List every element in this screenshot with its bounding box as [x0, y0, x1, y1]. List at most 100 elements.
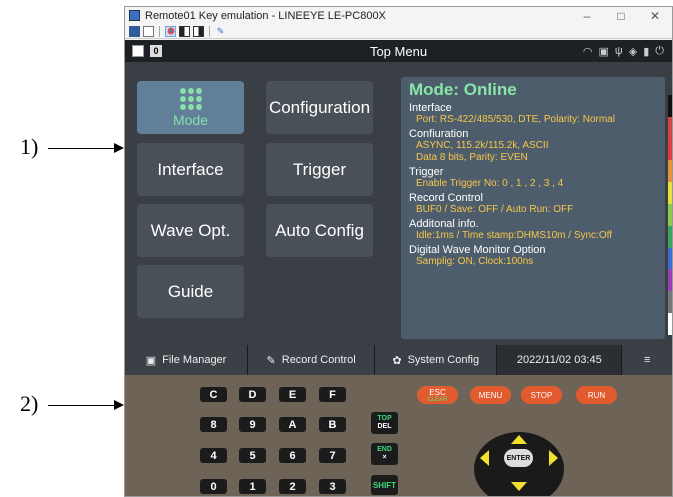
key-f[interactable]: F	[319, 387, 346, 402]
maximize-button[interactable]: □	[604, 9, 638, 23]
toolbar: ✎	[125, 24, 672, 39]
clear-label: CLEAR	[427, 396, 448, 403]
app-icon	[129, 10, 140, 21]
section-value: Data 8 bits, Parity: EVEN	[416, 152, 528, 163]
key-shift[interactable]: SHIFT	[371, 475, 398, 495]
buffer-badge: 0	[150, 45, 162, 57]
callout-2: 2)	[20, 391, 39, 416]
tag-icon: ◈	[628, 45, 638, 58]
remote-icon[interactable]	[165, 25, 176, 37]
mode-button[interactable]: Mode	[137, 81, 244, 134]
guide-button[interactable]: Guide	[137, 265, 244, 318]
menu-icon[interactable]: ≡	[622, 345, 672, 375]
floppy-icon: ▣	[145, 354, 157, 367]
grid-icon	[179, 87, 202, 110]
key-9[interactable]: 9	[239, 417, 266, 432]
key-d[interactable]: D	[239, 387, 266, 402]
stop-button[interactable]: STOP	[521, 386, 562, 404]
toolbar-separator	[159, 25, 160, 37]
esc-button[interactable]: ESC CLEAR	[417, 386, 458, 404]
wifi-icon: ◠	[582, 45, 593, 58]
status-panel: Mode: Online Interface Port: RS-422/485/…	[401, 77, 665, 339]
section-title: Interface	[409, 102, 452, 114]
view-right-icon[interactable]	[193, 25, 204, 37]
callout-1-arrow	[48, 143, 124, 153]
key-4[interactable]: 4	[200, 448, 227, 463]
wave-opt-button[interactable]: Wave Opt.	[137, 204, 244, 257]
key-2[interactable]: 2	[279, 479, 306, 494]
keypad: C D E F 8 9 A B 4 5 6 7 0 1 2 3 TOP DEL E…	[125, 375, 672, 496]
color-swatch	[668, 203, 672, 226]
square-icon[interactable]	[132, 45, 144, 57]
key-5[interactable]: 5	[239, 448, 266, 463]
key-b[interactable]: B	[319, 417, 346, 432]
key-1[interactable]: 1	[239, 479, 266, 494]
section-title: Additonal info.	[409, 218, 479, 230]
window-title: Remote01 Key emulation - LINEEYE LE-PC80…	[145, 9, 386, 22]
key-6[interactable]: 6	[279, 448, 306, 463]
system-config-button[interactable]: ✿ System Config	[375, 345, 498, 375]
key-7[interactable]: 7	[319, 448, 346, 463]
section-value: Samplig: ON, Clock:100ns	[416, 256, 534, 267]
sd-card-icon: ▮	[643, 45, 650, 58]
key-0[interactable]: 0	[200, 479, 227, 494]
system-config-label: System Config	[407, 354, 480, 366]
network-icon: ▣	[598, 45, 609, 58]
color-swatch	[668, 291, 672, 313]
pen-icon[interactable]: ✎	[215, 26, 226, 37]
key-c[interactable]: C	[200, 387, 227, 402]
key-e[interactable]: E	[279, 387, 306, 402]
menu-button[interactable]: MENU	[470, 386, 511, 404]
title-bar: Remote01 Key emulation - LINEEYE LE-PC80…	[125, 7, 672, 24]
record-control-button[interactable]: ✎ Record Control	[248, 345, 376, 375]
enter-button[interactable]: ENTER	[504, 449, 533, 467]
key-top-label: TOP	[377, 415, 392, 422]
section-value: Enable Trigger No: 0 , 1 , 2 , 3 , 4	[416, 178, 564, 189]
key-top-del[interactable]: TOP DEL	[371, 412, 398, 434]
section-value: ASYNC, 115.2k/115.2k, ASCII	[416, 140, 549, 151]
section-title: Trigger	[409, 166, 444, 178]
device-screen: 0 Top Menu ◠ ▣ ψ ◈ ▮ ⏻ Mode Configuratio…	[125, 40, 672, 496]
app-window: Remote01 Key emulation - LINEEYE LE-PC80…	[124, 6, 673, 497]
direction-pad: ENTER	[464, 426, 574, 496]
key-end-x[interactable]: END ×	[371, 443, 398, 465]
color-strip	[668, 95, 672, 335]
record-icon: ✎	[266, 354, 276, 367]
gear-icon: ✿	[392, 354, 402, 367]
right-arrow-icon[interactable]	[549, 450, 558, 466]
section-title: Record Control	[409, 192, 483, 204]
auto-config-button[interactable]: Auto Config	[266, 204, 373, 257]
file-manager-label: File Manager	[162, 354, 227, 366]
key-3[interactable]: 3	[319, 479, 346, 494]
color-swatch	[668, 225, 672, 248]
color-swatch	[668, 182, 672, 204]
left-arrow-icon[interactable]	[480, 450, 489, 466]
view-left-icon[interactable]	[179, 25, 190, 37]
key-x-label: ×	[382, 454, 387, 461]
color-swatch	[668, 138, 672, 161]
esc-label: ESC	[429, 387, 446, 397]
color-swatch	[668, 269, 672, 292]
minimize-button[interactable]: –	[570, 9, 604, 23]
save-icon[interactable]	[129, 25, 140, 37]
file-manager-button[interactable]: ▣ File Manager	[125, 345, 249, 375]
up-arrow-icon[interactable]	[511, 435, 527, 444]
copy-icon[interactable]	[143, 25, 154, 37]
interface-button[interactable]: Interface	[137, 143, 244, 196]
key-del-label: DEL	[377, 423, 392, 430]
section-value: Idle:1ms / Time stamp:DHMS10m / Sync:Off	[416, 230, 612, 241]
usb-icon: ψ	[614, 44, 623, 57]
run-button[interactable]: RUN	[576, 386, 617, 404]
callout-1: 1)	[20, 134, 39, 159]
section-value: Port: RS-422/485/530, DTE, Polarity: Nor…	[416, 114, 615, 125]
callout-2-arrow	[48, 400, 124, 410]
key-a[interactable]: A	[279, 417, 306, 432]
key-end-label: END	[377, 446, 392, 453]
down-arrow-icon[interactable]	[511, 482, 527, 491]
close-button[interactable]: ✕	[638, 9, 672, 23]
color-swatch	[668, 116, 672, 139]
configuration-button[interactable]: Configuration	[266, 81, 373, 134]
bottom-bar: ▣ File Manager ✎ Record Control ✿ System…	[125, 345, 672, 375]
trigger-button[interactable]: Trigger	[266, 143, 373, 196]
key-8[interactable]: 8	[200, 417, 227, 432]
